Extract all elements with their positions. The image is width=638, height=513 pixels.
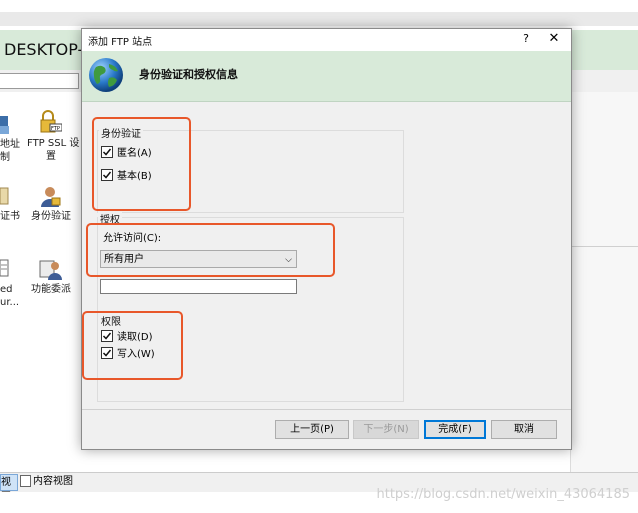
- users-textbox[interactable]: [100, 279, 297, 294]
- globe-icon: [87, 56, 125, 94]
- certificate-icon[interactable]: [0, 186, 10, 208]
- background-address-strip: [0, 12, 638, 26]
- authentication-highlight: [92, 117, 191, 211]
- content-view-tab[interactable]: 内容视图: [20, 474, 73, 489]
- help-button[interactable]: ?: [518, 31, 534, 47]
- authentication-label: 身份验证: [31, 211, 71, 222]
- previous-button[interactable]: 上一页(P): [275, 420, 349, 439]
- button-area-separator: [82, 409, 571, 410]
- ip-address-label: 地址 制: [0, 139, 20, 163]
- feature-delegation-label: 功能委派: [31, 284, 71, 295]
- svg-text:FTP: FTP: [51, 126, 60, 132]
- feature-delegation-icon[interactable]: [38, 257, 62, 281]
- watermark: https://blog.csdn.net/weixin_43064185: [376, 487, 630, 502]
- certificate-label: 证书: [0, 211, 20, 222]
- feature-label: ed ur...: [0, 284, 20, 308]
- close-button[interactable]: ✕: [546, 31, 562, 47]
- dialog-title-bar: 添加 FTP 站点 ? ✕: [82, 29, 571, 51]
- permissions-highlight: [82, 311, 183, 380]
- actions-panel: [570, 92, 638, 472]
- content-view-icon: [20, 475, 31, 487]
- background-search-input[interactable]: [0, 73, 79, 89]
- next-button[interactable]: 下一步(N): [353, 420, 419, 439]
- ip-address-icon[interactable]: [0, 114, 18, 134]
- allow-access-highlight: [86, 223, 335, 277]
- dialog-title: 添加 FTP 站点: [88, 37, 153, 48]
- authentication-icon[interactable]: [38, 185, 62, 209]
- ftp-ssl-label: FTP SSL 设 置: [27, 138, 80, 162]
- finish-button[interactable]: 完成(F): [424, 420, 486, 439]
- features-view-tab[interactable]: 视图: [0, 474, 18, 503]
- actions-divider: [570, 246, 638, 247]
- ftp-ssl-icon[interactable]: FTP: [38, 110, 63, 134]
- feature-icon[interactable]: [0, 258, 10, 280]
- wizard-banner: 身份验证和授权信息: [82, 51, 571, 102]
- cancel-button[interactable]: 取消: [491, 420, 557, 439]
- banner-title: 身份验证和授权信息: [139, 68, 238, 81]
